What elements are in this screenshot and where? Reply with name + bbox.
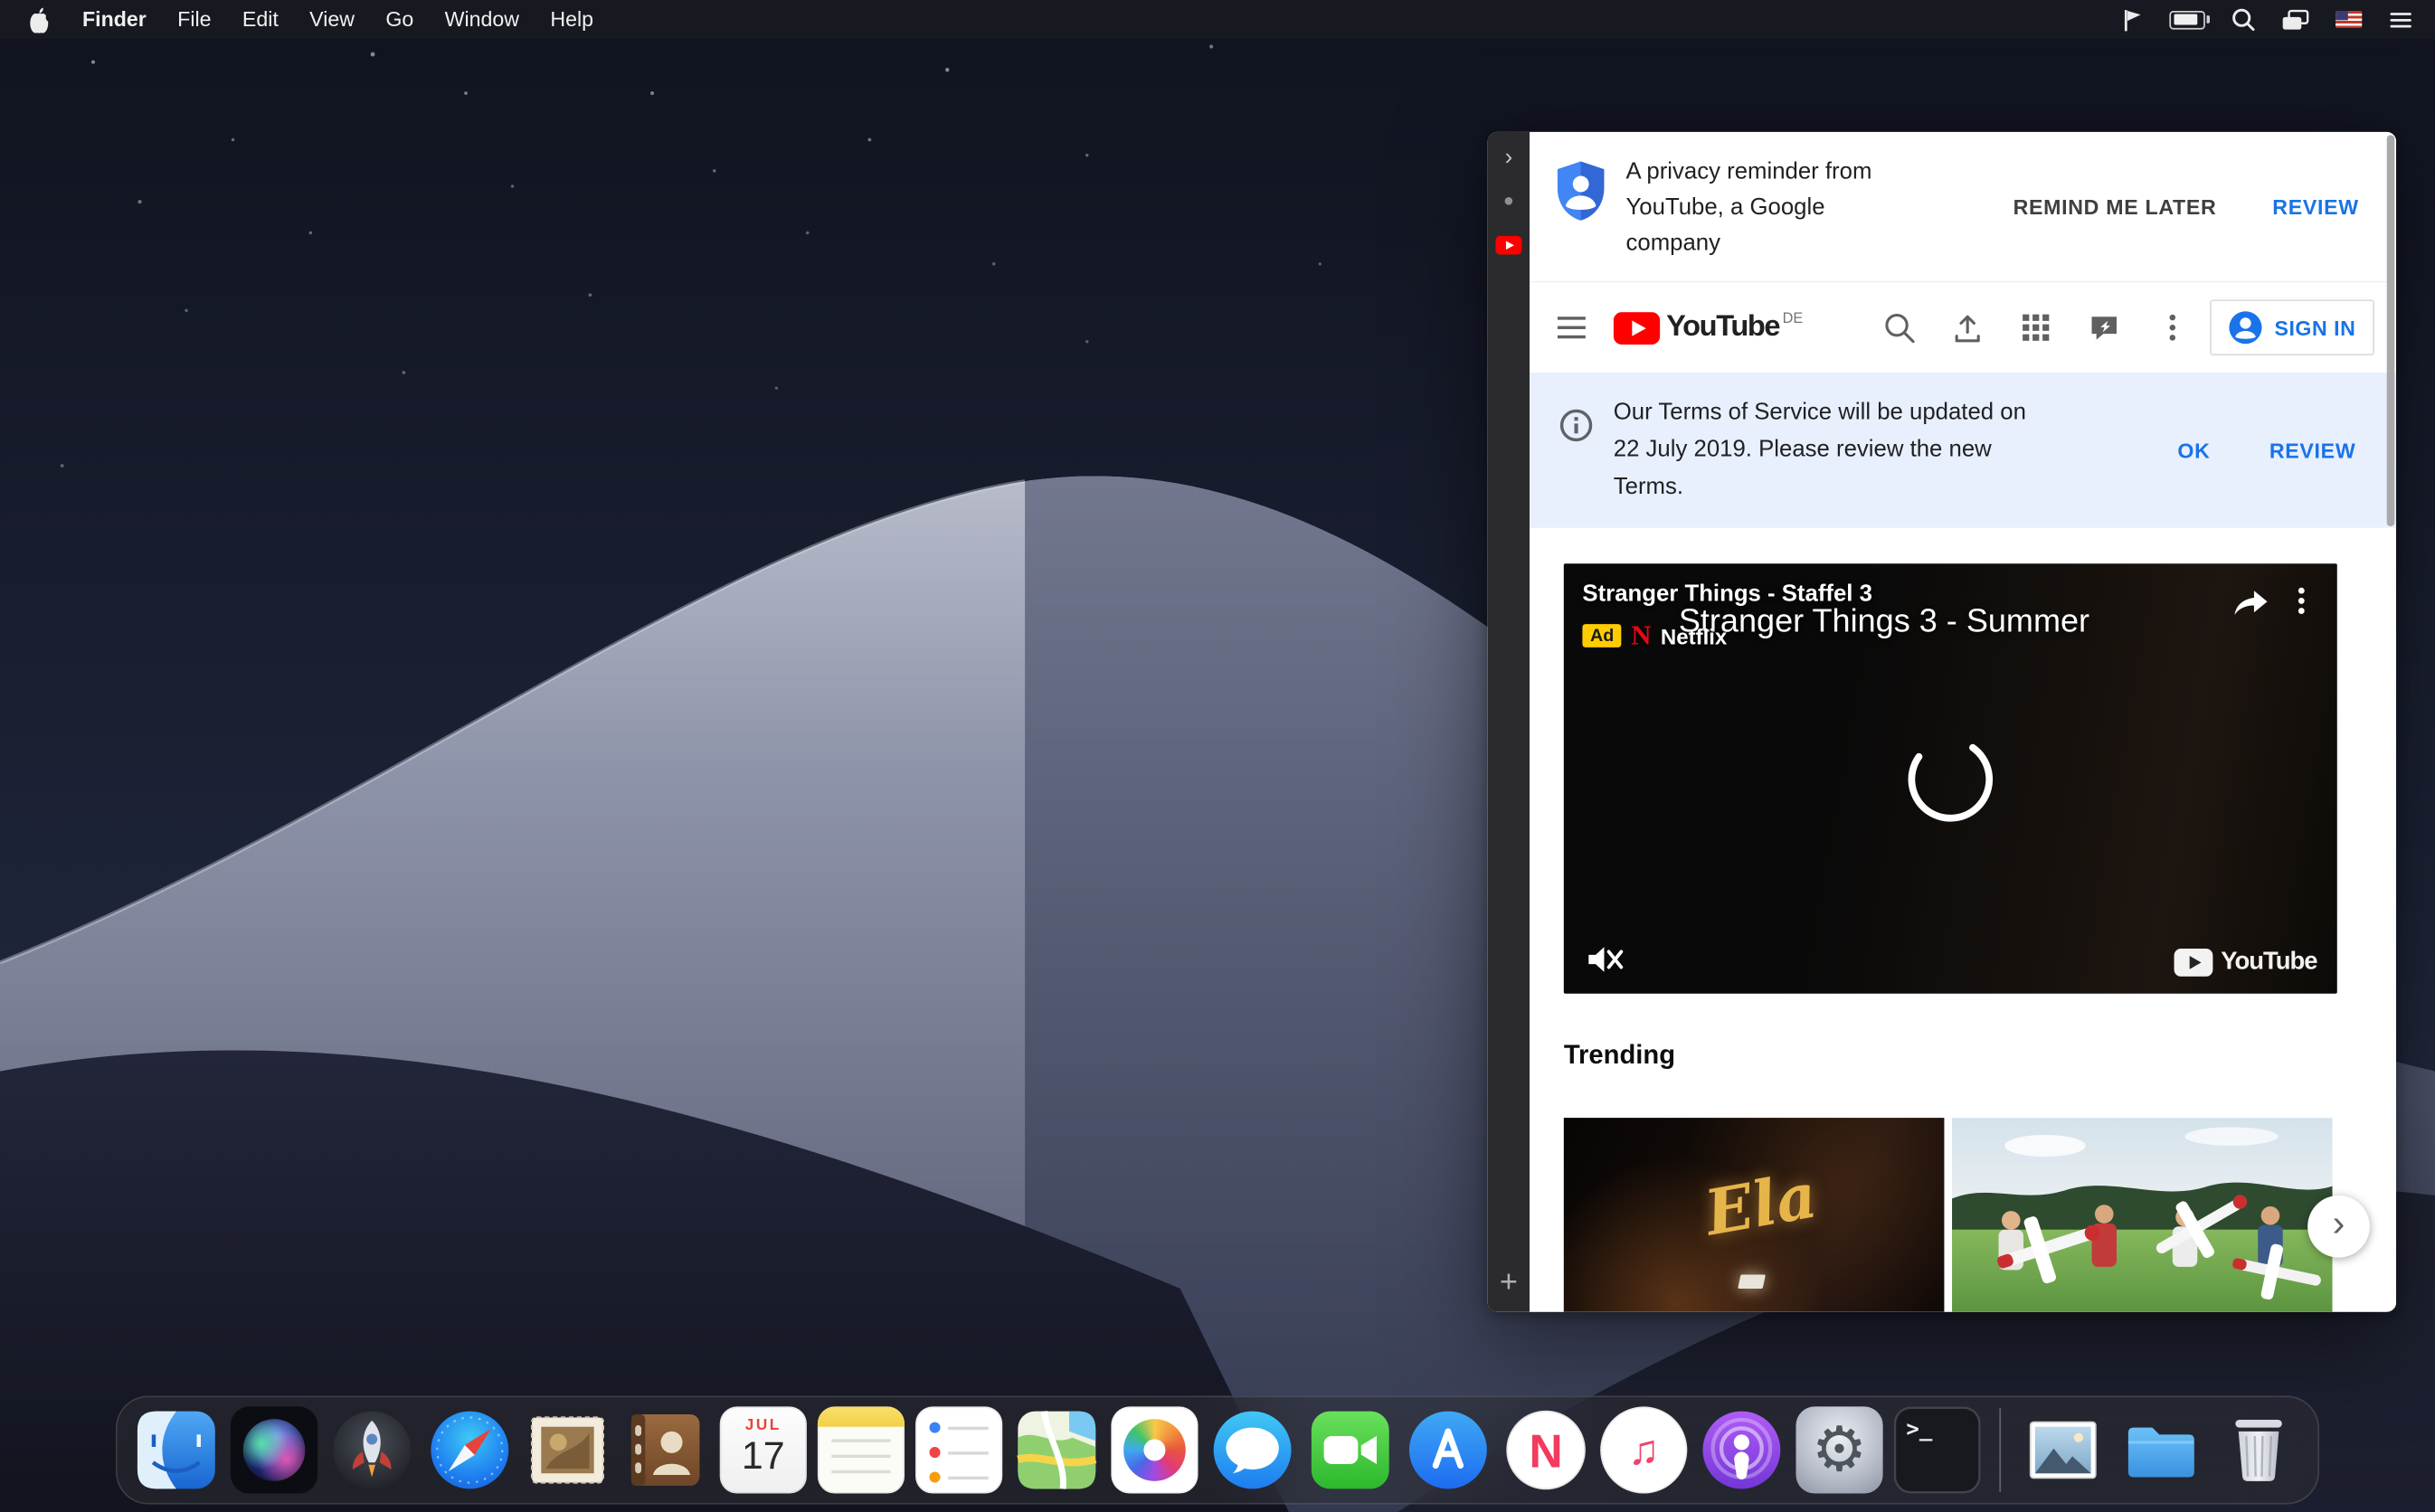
ad-info-row: Ad N Netflix: [1582, 619, 1727, 652]
youtube-watermark: YouTube: [2174, 949, 2317, 977]
menu-finder[interactable]: Finder: [67, 0, 162, 39]
add-panel-button[interactable]: +: [1500, 1267, 1518, 1298]
menu-bar: Finder File Edit View Go Window Help: [0, 0, 2435, 39]
dock-music[interactable]: ♫: [1600, 1406, 1687, 1493]
menu-edit[interactable]: Edit: [227, 0, 294, 39]
dock-downloads-folder[interactable]: [2118, 1406, 2204, 1493]
dock-facetime[interactable]: [1307, 1406, 1394, 1493]
dock-maps[interactable]: [1013, 1406, 1100, 1493]
dock-safari[interactable]: [426, 1406, 513, 1493]
youtube-page: A privacy reminder from YouTube, a Googl…: [1530, 132, 2396, 1312]
battery-icon[interactable]: [2169, 10, 2204, 29]
panel-sidebar: › +: [1488, 132, 1530, 1312]
muted-volume-icon[interactable]: [1586, 942, 1625, 977]
youtube-wordmark: YouTube: [1666, 310, 1779, 345]
apple-logo-icon: [28, 5, 52, 33]
ad-headline-overlay: Stranger Things 3 - Summer: [1679, 604, 2089, 641]
dock-app-store[interactable]: [1405, 1406, 1492, 1493]
sign-in-button[interactable]: SIGN IN: [2209, 299, 2374, 355]
avatar-icon: [2228, 310, 2262, 345]
dock-trash[interactable]: [2215, 1406, 2302, 1493]
desktop: Finder File Edit View Go Window Help: [0, 0, 2435, 1512]
dock-news[interactable]: N: [1502, 1406, 1589, 1493]
dock-notes[interactable]: [818, 1406, 905, 1493]
video-player[interactable]: Stranger Things - Staffel 3 Ad N Netflix…: [1564, 563, 2337, 994]
displays-icon[interactable]: [2281, 8, 2309, 30]
privacy-banner-text: A privacy reminder from YouTube, a Googl…: [1625, 154, 1908, 260]
menu-view[interactable]: View: [294, 0, 370, 39]
ad-badge: Ad: [1582, 624, 1622, 647]
watermark-play-icon: [2174, 949, 2213, 977]
terms-review-button[interactable]: REVIEW: [2269, 439, 2356, 462]
privacy-banner: A privacy reminder from YouTube, a Googl…: [1530, 132, 2396, 283]
dock-separator: [1999, 1408, 2001, 1492]
dock-mail[interactable]: [524, 1406, 611, 1493]
youtube-logo[interactable]: YouTube DE: [1614, 310, 1804, 345]
dock-screenshot-file[interactable]: [2020, 1406, 2107, 1493]
terms-notice-text: Our Terms of Service will be updated on …: [1614, 394, 2030, 506]
trending-thumbnail-ela[interactable]: Ela: [1564, 1118, 1945, 1312]
player-menu-icon[interactable]: [2288, 585, 2316, 616]
loading-spinner: [1902, 731, 1998, 827]
dock-system-preferences[interactable]: ⚙: [1795, 1406, 1882, 1493]
trending-shelf: Ela: [1564, 1118, 2396, 1312]
dock-contacts[interactable]: [622, 1406, 709, 1493]
trending-heading: Trending: [1564, 1040, 2396, 1071]
youtube-panel-window: › + A p: [1488, 132, 2396, 1312]
apps-grid-icon[interactable]: [2017, 309, 2054, 346]
privacy-review-button[interactable]: REVIEW: [2272, 194, 2359, 218]
info-icon: [1559, 409, 1594, 443]
privacy-shield-icon: [1555, 160, 1607, 222]
dock-podcasts[interactable]: [1698, 1406, 1785, 1493]
dock-reminders[interactable]: [915, 1406, 1002, 1493]
messages-icon[interactable]: [2085, 309, 2122, 346]
apple-menu[interactable]: [15, 5, 67, 33]
video-title-overlay: Stranger Things - Staffel 3: [1582, 581, 1872, 607]
terms-notice: Our Terms of Service will be updated on …: [1530, 373, 2396, 528]
dock-calendar[interactable]: JUL 17: [720, 1406, 807, 1493]
remind-me-later-button[interactable]: REMIND ME LATER: [2013, 194, 2217, 218]
scrollbar-thumb[interactable]: [2387, 135, 2395, 526]
terminal-prompt-glyph: >_: [1906, 1417, 1932, 1441]
next-arrow-button[interactable]: ›: [2307, 1195, 2370, 1258]
menu-go[interactable]: Go: [370, 0, 429, 39]
music-note-glyph: ♫: [1628, 1426, 1660, 1474]
calendar-month: JUL: [745, 1417, 782, 1434]
region-code: DE: [1783, 310, 1804, 327]
expand-panel-button[interactable]: ›: [1505, 146, 1513, 169]
calendar-day: 17: [742, 1434, 785, 1479]
dock-messages[interactable]: [1209, 1406, 1296, 1493]
youtube-header: YouTube DE: [1530, 282, 2396, 373]
flag-icon[interactable]: [2121, 7, 2143, 32]
netflix-logo: N: [1631, 619, 1651, 652]
terms-ok-button[interactable]: OK: [2177, 439, 2210, 462]
dock-finder[interactable]: [133, 1406, 220, 1493]
dock-terminal[interactable]: >_: [1894, 1406, 1981, 1493]
share-icon[interactable]: [2231, 589, 2269, 619]
dock: JUL 17: [116, 1395, 2319, 1504]
spotlight-icon[interactable]: [2231, 8, 2255, 32]
tab-indicator-dot: [1505, 197, 1513, 205]
dock-siri[interactable]: [231, 1406, 317, 1493]
search-icon[interactable]: [1880, 309, 1917, 346]
guide-menu-icon[interactable]: [1549, 307, 1596, 348]
keyboard-input-flag-icon[interactable]: [2336, 11, 2362, 28]
advertiser-name: Netflix: [1661, 623, 1727, 647]
dock-photos[interactable]: [1111, 1406, 1198, 1493]
kebab-menu-icon[interactable]: [2154, 309, 2191, 346]
dock-launchpad[interactable]: [328, 1406, 415, 1493]
youtube-tab-icon[interactable]: [1495, 236, 1521, 255]
news-letter: N: [1529, 1424, 1562, 1477]
gear-icon: ⚙: [1812, 1419, 1868, 1481]
youtube-play-icon: [1614, 311, 1661, 344]
notification-center-icon[interactable]: [2388, 8, 2412, 30]
thumbnail-title-art: Ela: [1701, 1159, 1823, 1251]
upload-icon[interactable]: [1948, 309, 1985, 346]
trending-thumbnail-planes[interactable]: [1952, 1118, 2333, 1312]
menu-help[interactable]: Help: [535, 0, 609, 39]
menu-window[interactable]: Window: [429, 0, 535, 39]
menu-file[interactable]: File: [162, 0, 227, 39]
